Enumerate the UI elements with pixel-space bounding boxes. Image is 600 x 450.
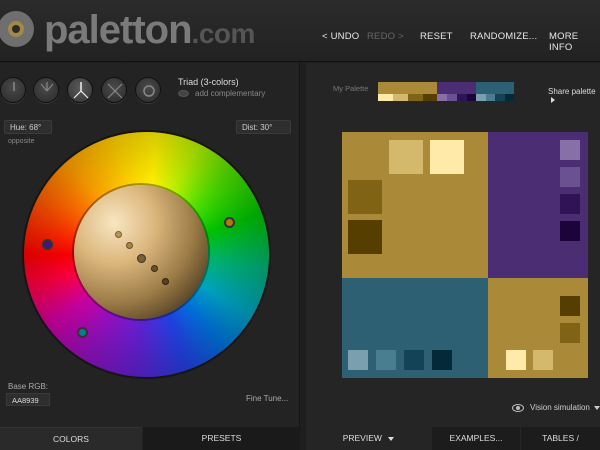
mini-swatch-group-secondary-a <box>437 82 477 101</box>
logo[interactable]: paletton .com <box>0 6 255 54</box>
swatch-primary-dark[interactable] <box>348 180 382 214</box>
swatch-secondary-b-darkest[interactable] <box>432 350 452 370</box>
palette-block-secondary-a[interactable] <box>488 132 588 278</box>
mini-palette[interactable] <box>378 82 514 101</box>
shade-dot[interactable] <box>126 242 133 249</box>
mini-swatch <box>476 94 486 101</box>
more-info-button[interactable]: MORE INFO <box>549 31 600 53</box>
mini-swatch-row <box>378 94 438 101</box>
swatch-primary-lightest[interactable] <box>430 140 464 174</box>
base-rgb-input[interactable]: AA8939 <box>6 393 50 406</box>
tab-preview[interactable]: PREVIEW <box>306 427 431 450</box>
app-header: paletton .com < UNDO REDO > RESET RANDOM… <box>0 0 600 62</box>
logo-domain: .com <box>191 18 256 49</box>
mini-swatch <box>504 94 514 101</box>
vision-simulation-dropdown[interactable]: Vision simulation <box>512 403 600 412</box>
mini-swatch <box>457 94 467 101</box>
palette-block-primary-small[interactable] <box>488 278 588 378</box>
free-style-icon[interactable] <box>135 77 161 103</box>
mini-swatch <box>437 94 447 101</box>
eye-icon <box>512 403 524 412</box>
mono-scheme-icon[interactable] <box>0 77 26 103</box>
mini-swatch <box>447 94 457 101</box>
swatch-secondary-b-mid[interactable] <box>376 350 396 370</box>
swatch-primary-dark[interactable] <box>560 323 580 343</box>
tetrad-scheme-icon[interactable] <box>101 77 127 103</box>
chevron-down-icon <box>388 436 395 441</box>
chevron-down-icon <box>593 405 600 410</box>
redo-button[interactable]: REDO > <box>367 31 404 42</box>
mini-swatch-group-secondary-b <box>476 82 514 101</box>
share-palette-button[interactable]: Share palette <box>548 87 600 105</box>
mini-swatch <box>495 94 505 101</box>
saturation-brightness-disc[interactable] <box>74 185 208 319</box>
palette-block-secondary-b[interactable] <box>342 278 488 378</box>
shade-dot[interactable] <box>151 265 158 272</box>
swatch-primary-light[interactable] <box>389 140 423 174</box>
mini-swatch-row <box>476 94 514 101</box>
logo-pin-icon <box>0 7 42 53</box>
mini-swatch <box>378 82 438 94</box>
swatch-primary-darkest[interactable] <box>560 296 580 316</box>
mini-swatch-row <box>437 94 477 101</box>
mini-swatch <box>408 94 423 101</box>
mini-swatch <box>476 82 514 94</box>
add-complementary-toggle[interactable]: add complementary <box>178 89 265 98</box>
shade-dot[interactable] <box>162 278 169 285</box>
swatch-secondary-a-dark[interactable] <box>560 194 580 214</box>
swatch-secondary-b-light[interactable] <box>348 350 368 370</box>
tab-presets[interactable]: PRESETS <box>143 427 300 450</box>
mini-swatch <box>485 94 495 101</box>
hue-handle-secondary[interactable] <box>42 239 53 250</box>
swatch-secondary-a-darkest[interactable] <box>560 221 580 241</box>
mini-swatch <box>423 94 438 101</box>
add-complementary-label: add complementary <box>195 89 266 98</box>
palette-preview <box>342 132 588 378</box>
shade-dot[interactable] <box>115 231 122 238</box>
palette-block-primary[interactable] <box>342 132 488 278</box>
hue-handle-primary[interactable] <box>224 217 235 228</box>
swatch-secondary-a-light[interactable] <box>560 140 580 160</box>
randomize-button[interactable]: RANDOMIZE... <box>470 31 537 42</box>
mini-swatch <box>437 82 477 94</box>
hue-field[interactable]: Hue: 68° <box>4 120 52 134</box>
my-palette-label: My Palette <box>333 84 369 93</box>
swatch-secondary-b-dark[interactable] <box>404 350 424 370</box>
triad-scheme-icon[interactable] <box>67 77 93 103</box>
tab-preview-label: PREVIEW <box>342 433 382 443</box>
swatch-secondary-a-mid[interactable] <box>560 167 580 187</box>
tab-examples[interactable]: EXAMPLES... <box>432 427 520 450</box>
logo-text: paletton <box>44 7 193 52</box>
opposite-label: opposite <box>8 138 35 145</box>
swatch-primary-light[interactable] <box>533 350 553 370</box>
hue-handle-tertiary[interactable] <box>77 327 88 338</box>
mini-swatch-group-primary <box>378 82 438 101</box>
distance-field[interactable]: Dist: 30° <box>236 120 291 134</box>
tab-tables-export[interactable]: TABLES / EXPORT... <box>521 427 600 450</box>
vision-simulation-label: Vision simulation <box>530 403 590 412</box>
swatch-primary-lightest[interactable] <box>506 350 526 370</box>
base-rgb-label: Base RGB: <box>8 382 49 391</box>
toggle-icon <box>178 90 189 97</box>
mini-swatch <box>393 94 408 101</box>
undo-button[interactable]: < UNDO <box>322 31 359 42</box>
scheme-title: Triad (3-colors) <box>178 77 239 87</box>
tab-colors[interactable]: COLORS <box>0 427 142 450</box>
shade-dot-base[interactable] <box>137 254 146 263</box>
mini-swatch <box>378 94 393 101</box>
adjacent-scheme-icon[interactable] <box>33 77 59 103</box>
reset-button[interactable]: RESET <box>420 31 453 42</box>
fine-tune-button[interactable]: Fine Tune... <box>246 394 288 403</box>
swatch-primary-darkest[interactable] <box>348 220 382 254</box>
